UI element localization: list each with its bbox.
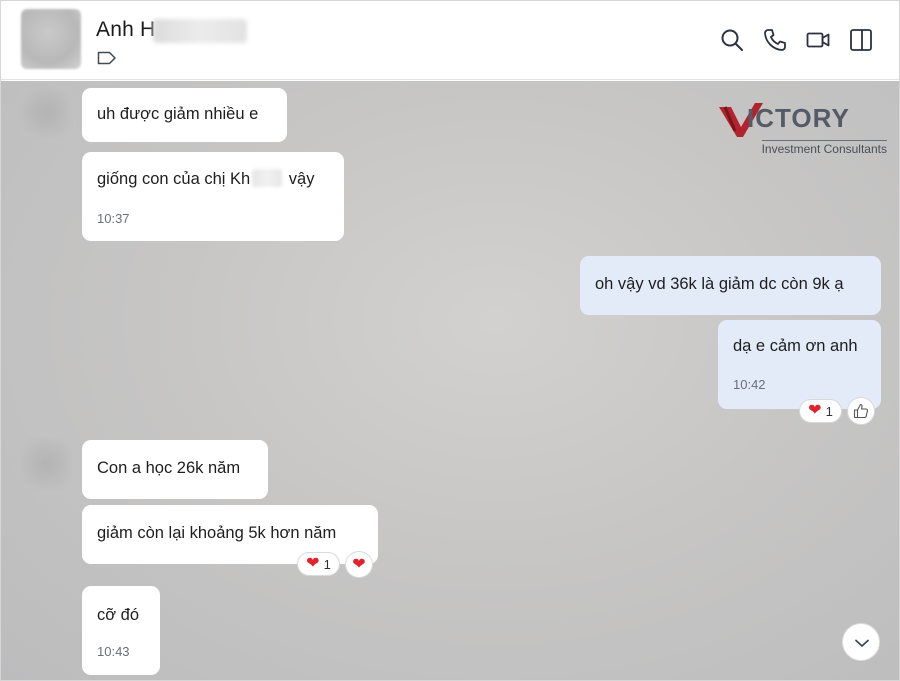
heart-icon: ❤ [808,402,822,419]
message-bubble[interactable]: cỡ đó 10:43 [82,586,160,675]
message-text: cỡ đó [97,606,140,624]
heart-icon: ❤ [352,555,366,573]
reaction-heart[interactable]: ❤ 1 [799,399,842,423]
chat-header: Anh H [1,1,899,80]
message-text: uh được giảm nhiều e [97,105,259,123]
redacted-text-blur [252,169,283,187]
message-bubble[interactable]: uh được giảm nhiều e [82,88,287,142]
message-bubble[interactable]: dạ e cảm ơn anh 10:42 [718,320,881,409]
redacted-name-blur [153,19,247,43]
contact-name[interactable]: Anh H [96,18,155,42]
contact-avatar[interactable] [21,9,81,69]
message-time: 10:42 [733,377,766,392]
thumbs-up-icon [853,403,869,419]
message-bubble[interactable]: oh vậy vd 36k là giảm dc còn 9k ạ [580,256,881,315]
message-text: oh vậy vd 36k là giảm dc còn 9k ạ [595,275,844,293]
sender-avatar[interactable] [21,439,71,489]
search-icon[interactable] [719,27,745,53]
reaction-count: 1 [323,556,331,572]
reaction-count: 1 [825,403,833,419]
chevron-down-icon [855,639,869,647]
logo-tagline: Investment Consultants [761,140,887,156]
message-text: giống con của chị Kh vậy [97,169,315,188]
video-call-icon[interactable] [805,27,831,53]
side-panel-icon[interactable] [848,27,874,53]
message-time: 10:37 [97,211,130,226]
scroll-to-bottom-button[interactable] [842,623,880,661]
sender-avatar[interactable] [21,87,71,137]
victory-logo: ICTORY Investment Consultants [717,101,889,159]
message-bubble[interactable]: Con a học 26k năm [82,440,268,499]
label-tag-icon[interactable] [97,51,117,65]
heart-icon: ❤ [306,555,320,572]
add-reaction-button[interactable]: ❤ [345,551,373,578]
message-text: Con a học 26k năm [97,459,241,477]
phone-icon[interactable] [762,27,788,53]
message-time: 10:43 [97,644,130,659]
message-bubble[interactable]: giống con của chị Kh vậy 10:37 [82,152,344,241]
logo-wordmark: ICTORY [747,103,850,133]
reaction-heart[interactable]: ❤ 1 [297,552,340,576]
message-text: giảm còn lại khoảng 5k hơn năm [97,524,337,542]
add-reaction-button[interactable] [847,397,875,425]
message-text: dạ e cảm ơn anh [733,337,858,355]
message-list[interactable]: ICTORY Investment Consultants uh được gi… [1,81,899,680]
